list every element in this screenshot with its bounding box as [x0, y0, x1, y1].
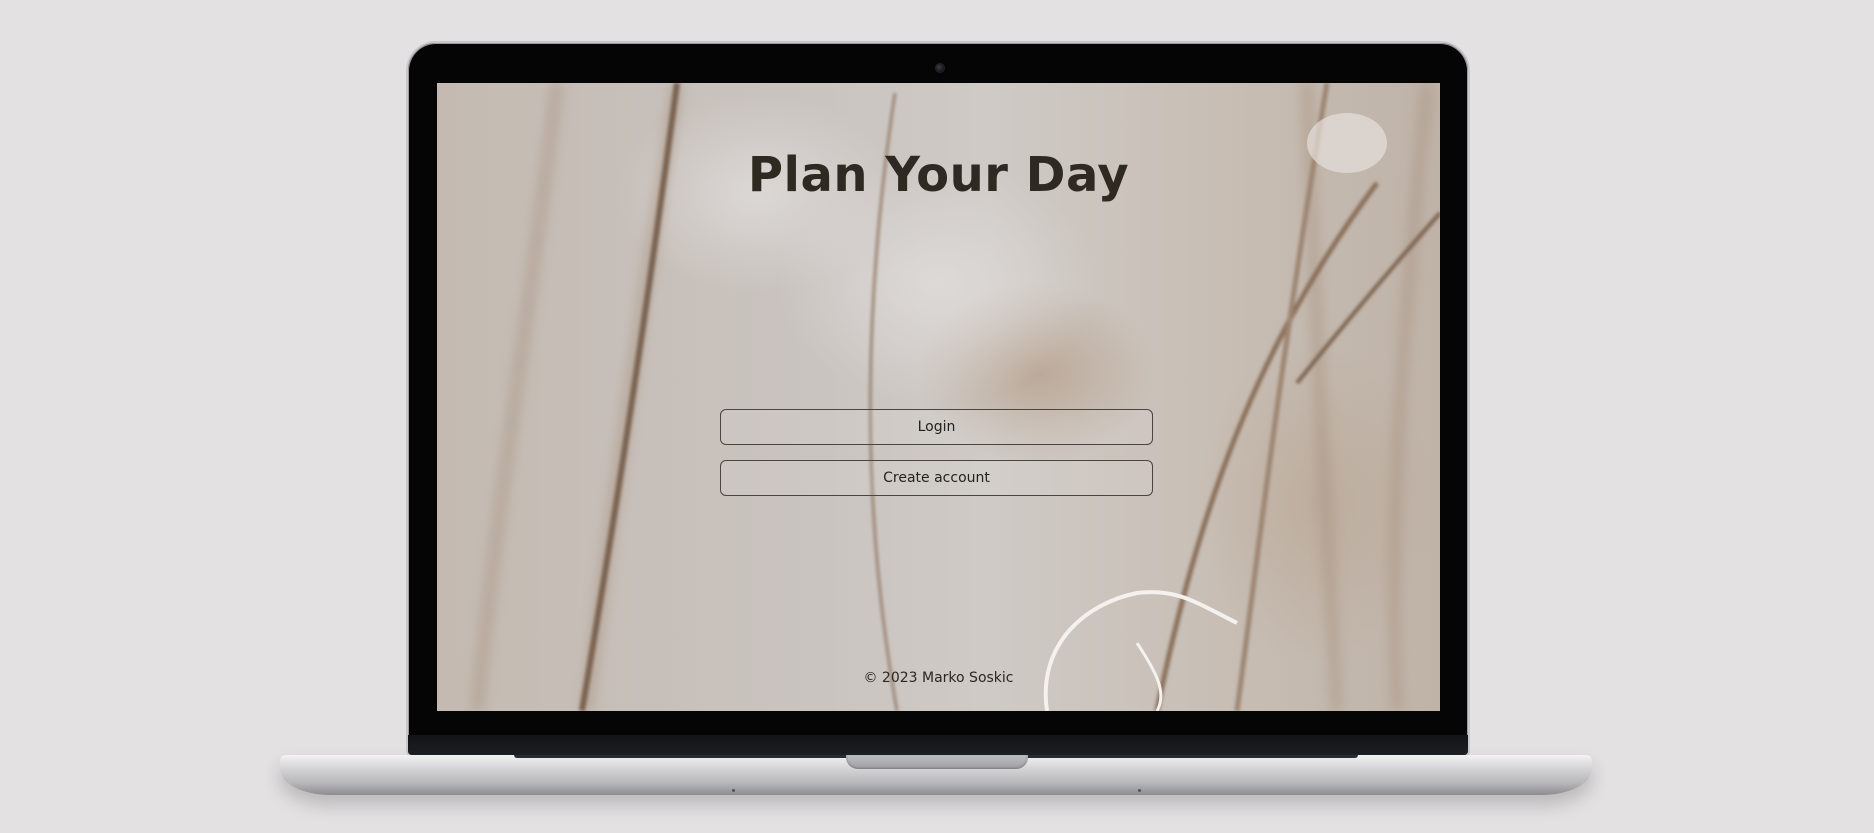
- copyright-footer: © 2023 Marko Soskic: [863, 670, 1014, 686]
- app-screen: Plan Your Day Login Create account © 202…: [437, 83, 1440, 711]
- rubber-foot: [1138, 789, 1141, 792]
- app-title: Plan Your Day: [747, 147, 1130, 203]
- mockup-stage: Plan Your Day Login Create account © 202…: [0, 0, 1874, 833]
- lid-hinge-strip: [408, 735, 1468, 755]
- create-account-button[interactable]: Create account: [720, 460, 1153, 496]
- rubber-foot: [732, 789, 735, 792]
- camera-icon: [935, 63, 945, 73]
- lid-opening-notch: [846, 755, 1028, 769]
- laptop-base: [280, 755, 1592, 795]
- login-button[interactable]: Login: [720, 409, 1153, 445]
